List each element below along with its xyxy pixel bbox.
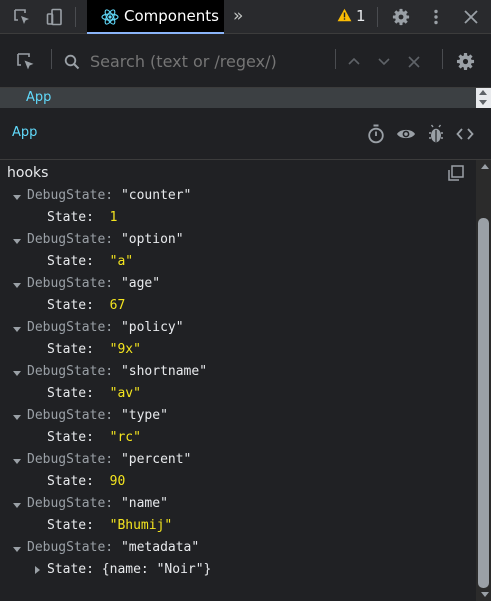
hook-state-value[interactable]: 1 bbox=[110, 210, 118, 225]
expand-arrow-icon[interactable] bbox=[35, 566, 40, 574]
scroll-down-arrow-icon[interactable] bbox=[479, 100, 487, 105]
suspend-icon[interactable] bbox=[367, 124, 385, 144]
scroll-up-arrow-icon[interactable] bbox=[479, 90, 487, 95]
component-name: App bbox=[12, 125, 38, 140]
hook-row[interactable]: DebugState: "policy" bbox=[27, 320, 184, 335]
collapse-arrow-icon[interactable] bbox=[13, 459, 21, 464]
scroll-down-arrow-icon[interactable] bbox=[481, 592, 489, 597]
hooks-scrollbar-thumb[interactable] bbox=[478, 218, 489, 588]
hook-row[interactable]: DebugState: "age" bbox=[27, 276, 160, 291]
settings-icon[interactable] bbox=[392, 8, 410, 26]
hook-state-value[interactable]: "rc" bbox=[110, 430, 141, 445]
toolbar-divider bbox=[442, 49, 443, 69]
toolbar-divider bbox=[377, 7, 378, 27]
hook-state-row: State: "a" bbox=[47, 254, 134, 269]
close-icon[interactable] bbox=[462, 8, 480, 26]
react-icon bbox=[101, 9, 119, 25]
inspect-element-icon[interactable] bbox=[13, 8, 31, 26]
collapse-arrow-icon[interactable] bbox=[13, 283, 21, 288]
collapse-arrow-icon[interactable] bbox=[13, 547, 21, 552]
hook-state-row: State: 1 bbox=[47, 210, 118, 225]
search-input[interactable] bbox=[90, 48, 325, 74]
hook-state-value[interactable]: 90 bbox=[110, 474, 126, 489]
select-element-icon[interactable] bbox=[16, 52, 36, 72]
component-search-bar bbox=[0, 34, 491, 88]
tree-scrollbar[interactable] bbox=[476, 88, 491, 108]
collapse-arrow-icon[interactable] bbox=[13, 239, 21, 244]
collapse-arrow-icon[interactable] bbox=[13, 415, 21, 420]
clear-search-icon[interactable] bbox=[407, 55, 421, 69]
kebab-menu-icon[interactable] bbox=[427, 8, 445, 26]
hook-state-row: State: 67 bbox=[47, 298, 126, 313]
scroll-up-arrow-icon[interactable] bbox=[481, 164, 489, 169]
hook-row[interactable]: DebugState: "counter" bbox=[27, 188, 191, 203]
hooks-panel: hooks DebugState: "counter" State: 1 Deb… bbox=[0, 160, 476, 601]
devtools-tab-bar: Components » 1 bbox=[0, 0, 491, 34]
hook-state-value[interactable]: "av" bbox=[110, 386, 141, 401]
collapse-arrow-icon[interactable] bbox=[13, 371, 21, 376]
hooks-section-title: hooks bbox=[7, 165, 49, 181]
inspected-element-header: App bbox=[0, 108, 491, 160]
settings-icon[interactable] bbox=[456, 52, 475, 71]
view-source-icon[interactable] bbox=[456, 127, 474, 141]
toolbar-divider bbox=[51, 49, 52, 69]
log-to-console-icon[interactable] bbox=[428, 124, 444, 144]
toolbar-divider bbox=[335, 49, 336, 69]
tab-components-label: Components bbox=[124, 7, 219, 25]
hook-state-row: State: "Bhumij" bbox=[47, 518, 173, 533]
breadcrumb-item-app[interactable]: App bbox=[26, 90, 51, 105]
tab-components[interactable]: Components bbox=[87, 0, 224, 34]
toolbar-divider bbox=[75, 7, 76, 27]
warning-icon[interactable] bbox=[337, 8, 352, 22]
hook-state-row: State: "av" bbox=[47, 386, 141, 401]
hook-state-value[interactable]: "a" bbox=[110, 254, 133, 269]
owners-breadcrumb: App bbox=[0, 88, 476, 108]
hook-state-value[interactable]: "Bhumij" bbox=[110, 518, 173, 533]
hook-state-row[interactable]: State: {name: "Noir"} bbox=[47, 562, 211, 577]
previous-result-icon[interactable] bbox=[347, 56, 361, 66]
collapse-arrow-icon[interactable] bbox=[13, 327, 21, 332]
hook-row[interactable]: DebugState: "type" bbox=[27, 408, 168, 423]
hook-state-value[interactable]: {name: "Noir"} bbox=[102, 562, 212, 577]
copy-icon[interactable] bbox=[447, 165, 464, 182]
hook-row[interactable]: DebugState: "metadata" bbox=[27, 540, 199, 555]
more-tabs-icon[interactable]: » bbox=[233, 6, 243, 26]
search-icon bbox=[64, 54, 80, 70]
next-result-icon[interactable] bbox=[377, 57, 391, 67]
collapse-arrow-icon[interactable] bbox=[13, 195, 21, 200]
hook-state-row: State: 90 bbox=[47, 474, 126, 489]
hook-row[interactable]: DebugState: "percent" bbox=[27, 452, 191, 467]
hook-row[interactable]: DebugState: "name" bbox=[27, 496, 168, 511]
device-toggle-icon[interactable] bbox=[46, 8, 64, 26]
hook-state-row: State: "9x" bbox=[47, 342, 141, 357]
hook-row[interactable]: DebugState: "option" bbox=[27, 232, 184, 247]
hook-row[interactable]: DebugState: "shortname" bbox=[27, 364, 207, 379]
warning-count[interactable]: 1 bbox=[356, 7, 366, 25]
collapse-arrow-icon[interactable] bbox=[13, 503, 21, 508]
inspect-dom-icon[interactable] bbox=[396, 127, 416, 141]
hook-state-value[interactable]: "9x" bbox=[110, 342, 141, 357]
hook-state-value[interactable]: 67 bbox=[110, 298, 126, 313]
hook-state-row: State: "rc" bbox=[47, 430, 141, 445]
